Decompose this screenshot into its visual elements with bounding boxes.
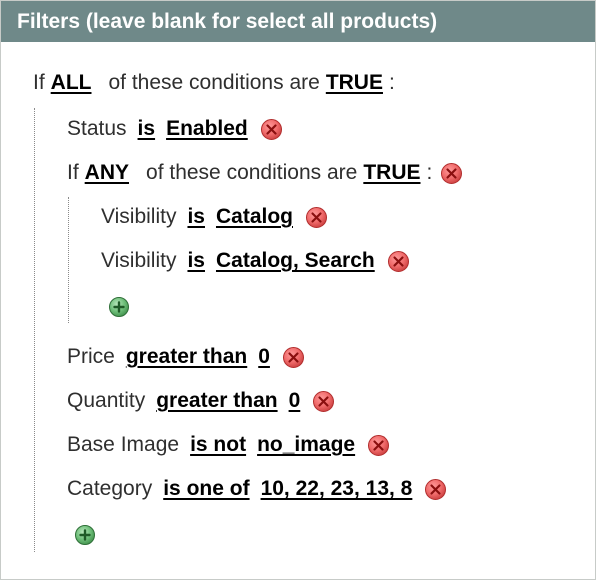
condition-attribute: Status bbox=[67, 117, 127, 140]
remove-condition-icon[interactable] bbox=[367, 433, 390, 457]
condition-visibility: Visibility is Catalog, Search bbox=[101, 244, 410, 278]
remove-condition-icon[interactable] bbox=[260, 117, 283, 141]
condition-attribute: Quantity bbox=[67, 389, 146, 412]
remove-condition-icon[interactable] bbox=[387, 249, 410, 273]
group-suffix: : bbox=[426, 161, 433, 184]
condition-value-select[interactable]: 10, 22, 23, 13, 8 bbox=[261, 472, 413, 506]
remove-condition-icon[interactable] bbox=[305, 205, 328, 229]
group-aggregator-select[interactable]: ANY bbox=[85, 156, 129, 190]
root-prefix: If bbox=[33, 71, 45, 94]
group-guide-line bbox=[68, 197, 69, 323]
condition-price: Price greater than 0 bbox=[67, 340, 305, 374]
remove-condition-icon[interactable] bbox=[282, 345, 305, 369]
condition-attribute: Visibility bbox=[101, 205, 177, 228]
condition-value-select[interactable]: 0 bbox=[289, 384, 301, 418]
condition-value-select[interactable]: Catalog bbox=[216, 200, 293, 234]
condition-operator-select[interactable]: greater than bbox=[126, 340, 247, 374]
group-prefix: If bbox=[67, 161, 79, 184]
condition-value-select[interactable]: 0 bbox=[258, 340, 270, 374]
root-middle-text: of these conditions are bbox=[108, 71, 320, 94]
condition-operator-select[interactable]: is not bbox=[190, 428, 246, 462]
condition-operator-select[interactable]: is bbox=[138, 112, 156, 146]
remove-condition-icon[interactable] bbox=[424, 477, 447, 501]
root-guide-line bbox=[34, 108, 35, 552]
group-value-select[interactable]: TRUE bbox=[363, 156, 420, 190]
condition-visibility: Visibility is Catalog bbox=[101, 200, 328, 234]
condition-base-image: Base Image is not no_image bbox=[67, 428, 390, 462]
add-condition-icon[interactable] bbox=[108, 296, 130, 318]
condition-attribute: Category bbox=[67, 477, 153, 500]
condition-operator-select[interactable]: is bbox=[187, 200, 205, 234]
condition-operator-select[interactable]: is one of bbox=[163, 472, 249, 506]
condition-category: Category is one of 10, 22, 23, 13, 8 bbox=[67, 472, 447, 506]
remove-condition-icon[interactable] bbox=[440, 161, 463, 185]
condition-operator-select[interactable]: is bbox=[187, 244, 205, 278]
condition-attribute: Visibility bbox=[101, 249, 177, 272]
remove-condition-icon[interactable] bbox=[312, 389, 335, 413]
root-aggregator-select[interactable]: ALL bbox=[51, 66, 92, 100]
condition-attribute: Price bbox=[67, 345, 115, 368]
condition-value-select[interactable]: Enabled bbox=[166, 112, 248, 146]
conditions-tree: If ALL of these conditions are TRUE : St… bbox=[1, 42, 595, 579]
condition-quantity: Quantity greater than 0 bbox=[67, 384, 335, 418]
condition-any-group: If ANY of these conditions are TRUE : bbox=[67, 156, 463, 190]
condition-status: Status is Enabled bbox=[67, 112, 283, 146]
condition-attribute: Base Image bbox=[67, 433, 180, 456]
filters-panel: Filters (leave blank for select all prod… bbox=[0, 0, 596, 580]
root-value-select[interactable]: TRUE bbox=[326, 66, 383, 100]
condition-operator-select[interactable]: greater than bbox=[156, 384, 277, 418]
add-condition-icon[interactable] bbox=[74, 524, 96, 546]
root-suffix: : bbox=[388, 71, 395, 94]
condition-value-select[interactable]: Catalog, Search bbox=[216, 244, 375, 278]
root-condition-line: If ALL of these conditions are TRUE : bbox=[33, 66, 395, 100]
panel-title: Filters (leave blank for select all prod… bbox=[1, 1, 595, 42]
group-middle-text: of these conditions are bbox=[146, 161, 358, 184]
condition-value-select[interactable]: no_image bbox=[257, 428, 355, 462]
